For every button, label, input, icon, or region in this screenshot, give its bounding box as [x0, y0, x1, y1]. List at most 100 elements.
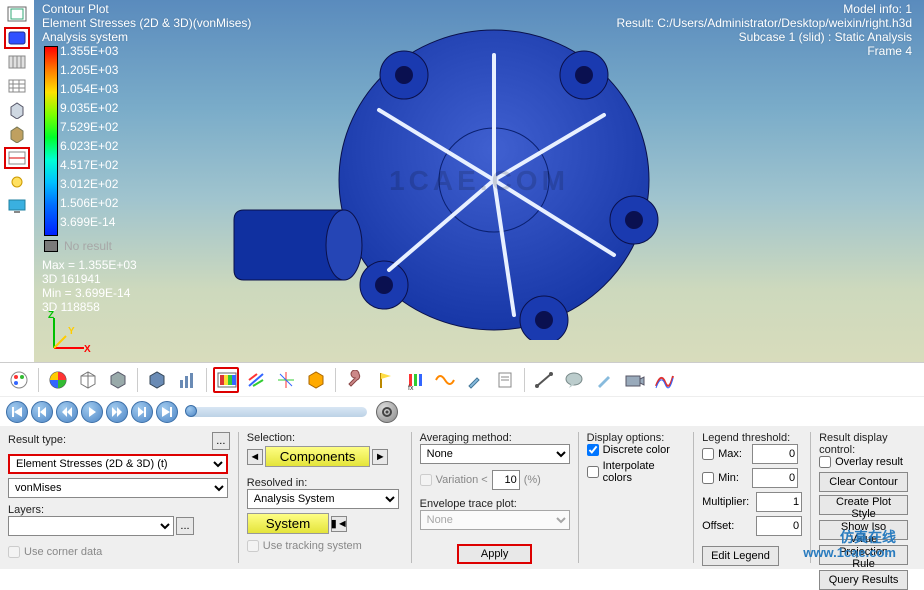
overlay-checkbox[interactable]	[819, 456, 831, 468]
discrete-color-checkbox[interactable]	[587, 444, 599, 456]
system-button[interactable]: System	[247, 513, 329, 534]
offset-input[interactable]	[756, 516, 802, 536]
tool-cube1-icon[interactable]	[4, 99, 30, 121]
curve-icon[interactable]	[651, 367, 677, 393]
envelope-select[interactable]: None	[420, 510, 570, 530]
measure-icon[interactable]	[531, 367, 557, 393]
deformed-icon[interactable]	[303, 367, 329, 393]
system-pick-button[interactable]: ▮◄	[331, 516, 347, 532]
left-toolbar	[0, 0, 34, 362]
tool-monitor-icon[interactable]	[4, 195, 30, 217]
min-checkbox[interactable]	[702, 472, 714, 484]
averaging-select[interactable]: None	[420, 444, 570, 464]
plot-fx-icon[interactable]: fx	[402, 367, 428, 393]
legend-v7: 3.012E+02	[60, 177, 118, 191]
envelope-label: Envelope trace plot:	[420, 498, 517, 510]
query-results-button[interactable]: Query Results	[819, 570, 908, 590]
mult-label: Multiplier:	[702, 496, 752, 508]
selection-prev-button[interactable]: ◄	[247, 449, 263, 465]
playback-settings-button[interactable]	[376, 401, 398, 423]
last-frame-button[interactable]	[156, 401, 178, 423]
legend-max-id: 3D 161941	[42, 272, 101, 286]
legend-v1: 1.205E+03	[60, 63, 118, 77]
play-button[interactable]	[81, 401, 103, 423]
prev-step-button[interactable]	[31, 401, 53, 423]
bars-icon[interactable]	[174, 367, 200, 393]
tool-iso-icon[interactable]	[4, 3, 30, 25]
result-type-label: Result type:	[8, 434, 66, 446]
use-corner-checkbox[interactable]	[8, 546, 20, 558]
wireframe-icon[interactable]	[75, 367, 101, 393]
legend-v9: 3.699E-14	[60, 215, 115, 229]
tool-cube2-icon[interactable]	[4, 123, 30, 145]
resolved-label: Resolved in:	[247, 477, 308, 489]
create-plot-style-button[interactable]: Create Plot Style	[819, 495, 908, 515]
brush-icon[interactable]	[462, 367, 488, 393]
tool-grid2-icon[interactable]	[4, 75, 30, 97]
flag-icon[interactable]	[372, 367, 398, 393]
first-frame-button[interactable]	[6, 401, 28, 423]
rewind-button[interactable]	[56, 401, 78, 423]
camera-icon[interactable]	[621, 367, 647, 393]
contour-result-icon[interactable]	[213, 367, 239, 393]
shaded-icon[interactable]	[105, 367, 131, 393]
use-tracking-checkbox[interactable]	[247, 540, 259, 552]
result-type-select[interactable]: Element Stresses (2D & 3D) (t)	[8, 454, 228, 474]
legend-threshold-label: Legend threshold:	[702, 432, 790, 444]
tool-lighting-icon[interactable]	[4, 171, 30, 193]
watermark-center: 1CAE.COM	[389, 165, 569, 197]
result-component-select[interactable]: vonMises	[8, 478, 228, 498]
block-icon[interactable]	[144, 367, 170, 393]
tensor-icon[interactable]	[273, 367, 299, 393]
clear-contour-button[interactable]: Clear Contour	[819, 472, 908, 492]
svg-text:Y: Y	[68, 326, 75, 337]
palette-icon[interactable]	[6, 367, 32, 393]
tool-contour-icon[interactable]	[4, 27, 30, 49]
mult-input[interactable]	[756, 492, 802, 512]
result-type-more-button[interactable]: ...	[212, 432, 230, 450]
display-options-label: Display options:	[587, 432, 665, 444]
selection-components-button[interactable]: Components	[265, 446, 371, 467]
slider-handle[interactable]	[185, 405, 197, 417]
frame: Frame 4	[867, 44, 912, 58]
min-input[interactable]	[752, 468, 798, 488]
selection-next-button[interactable]: ►	[372, 449, 388, 465]
viewport[interactable]: Contour Plot Element Stresses (2D & 3D)(…	[34, 0, 924, 362]
variation-label: Variation <	[436, 474, 488, 486]
wrench-icon[interactable]	[342, 367, 368, 393]
next-step-button[interactable]	[131, 401, 153, 423]
plot-system: Analysis system	[42, 30, 128, 44]
variation-checkbox[interactable]	[420, 474, 432, 486]
edit-legend-button[interactable]: Edit Legend	[702, 546, 779, 566]
layers-more-button[interactable]: ...	[176, 517, 194, 535]
svg-text:fx: fx	[408, 385, 414, 390]
legend-v6: 4.517E+02	[60, 158, 118, 172]
tool-plane-icon[interactable]	[4, 147, 30, 169]
max-checkbox[interactable]	[702, 448, 714, 460]
chat-icon[interactable]	[561, 367, 587, 393]
interpolate-checkbox[interactable]	[587, 466, 599, 478]
playback-toolbar	[0, 396, 924, 426]
note-icon[interactable]	[492, 367, 518, 393]
frame-slider[interactable]	[187, 407, 367, 417]
tool-grid1-icon[interactable]	[4, 51, 30, 73]
edit-icon[interactable]	[591, 367, 617, 393]
use-corner-label: Use corner data	[24, 546, 102, 558]
contour-panel: Result type: ... Element Stresses (2D & …	[0, 426, 924, 569]
apply-button[interactable]: Apply	[457, 544, 533, 564]
result-toolbar: fx	[0, 362, 924, 396]
forward-button[interactable]	[106, 401, 128, 423]
legend-min: Min = 3.699E-14	[42, 286, 130, 300]
legend-v4: 7.529E+02	[60, 120, 118, 134]
variation-input[interactable]	[492, 470, 520, 490]
legend-v0: 1.355E+03	[60, 44, 118, 58]
layers-select[interactable]	[8, 516, 174, 536]
no-result-label: No result	[64, 239, 112, 253]
resolved-select[interactable]: Analysis System	[247, 489, 399, 509]
max-label: Max:	[718, 448, 748, 460]
max-input[interactable]	[752, 444, 798, 464]
min-label: Min:	[718, 472, 748, 484]
vector-result-icon[interactable]	[243, 367, 269, 393]
wave-icon[interactable]	[432, 367, 458, 393]
color-wheel-icon[interactable]	[45, 367, 71, 393]
